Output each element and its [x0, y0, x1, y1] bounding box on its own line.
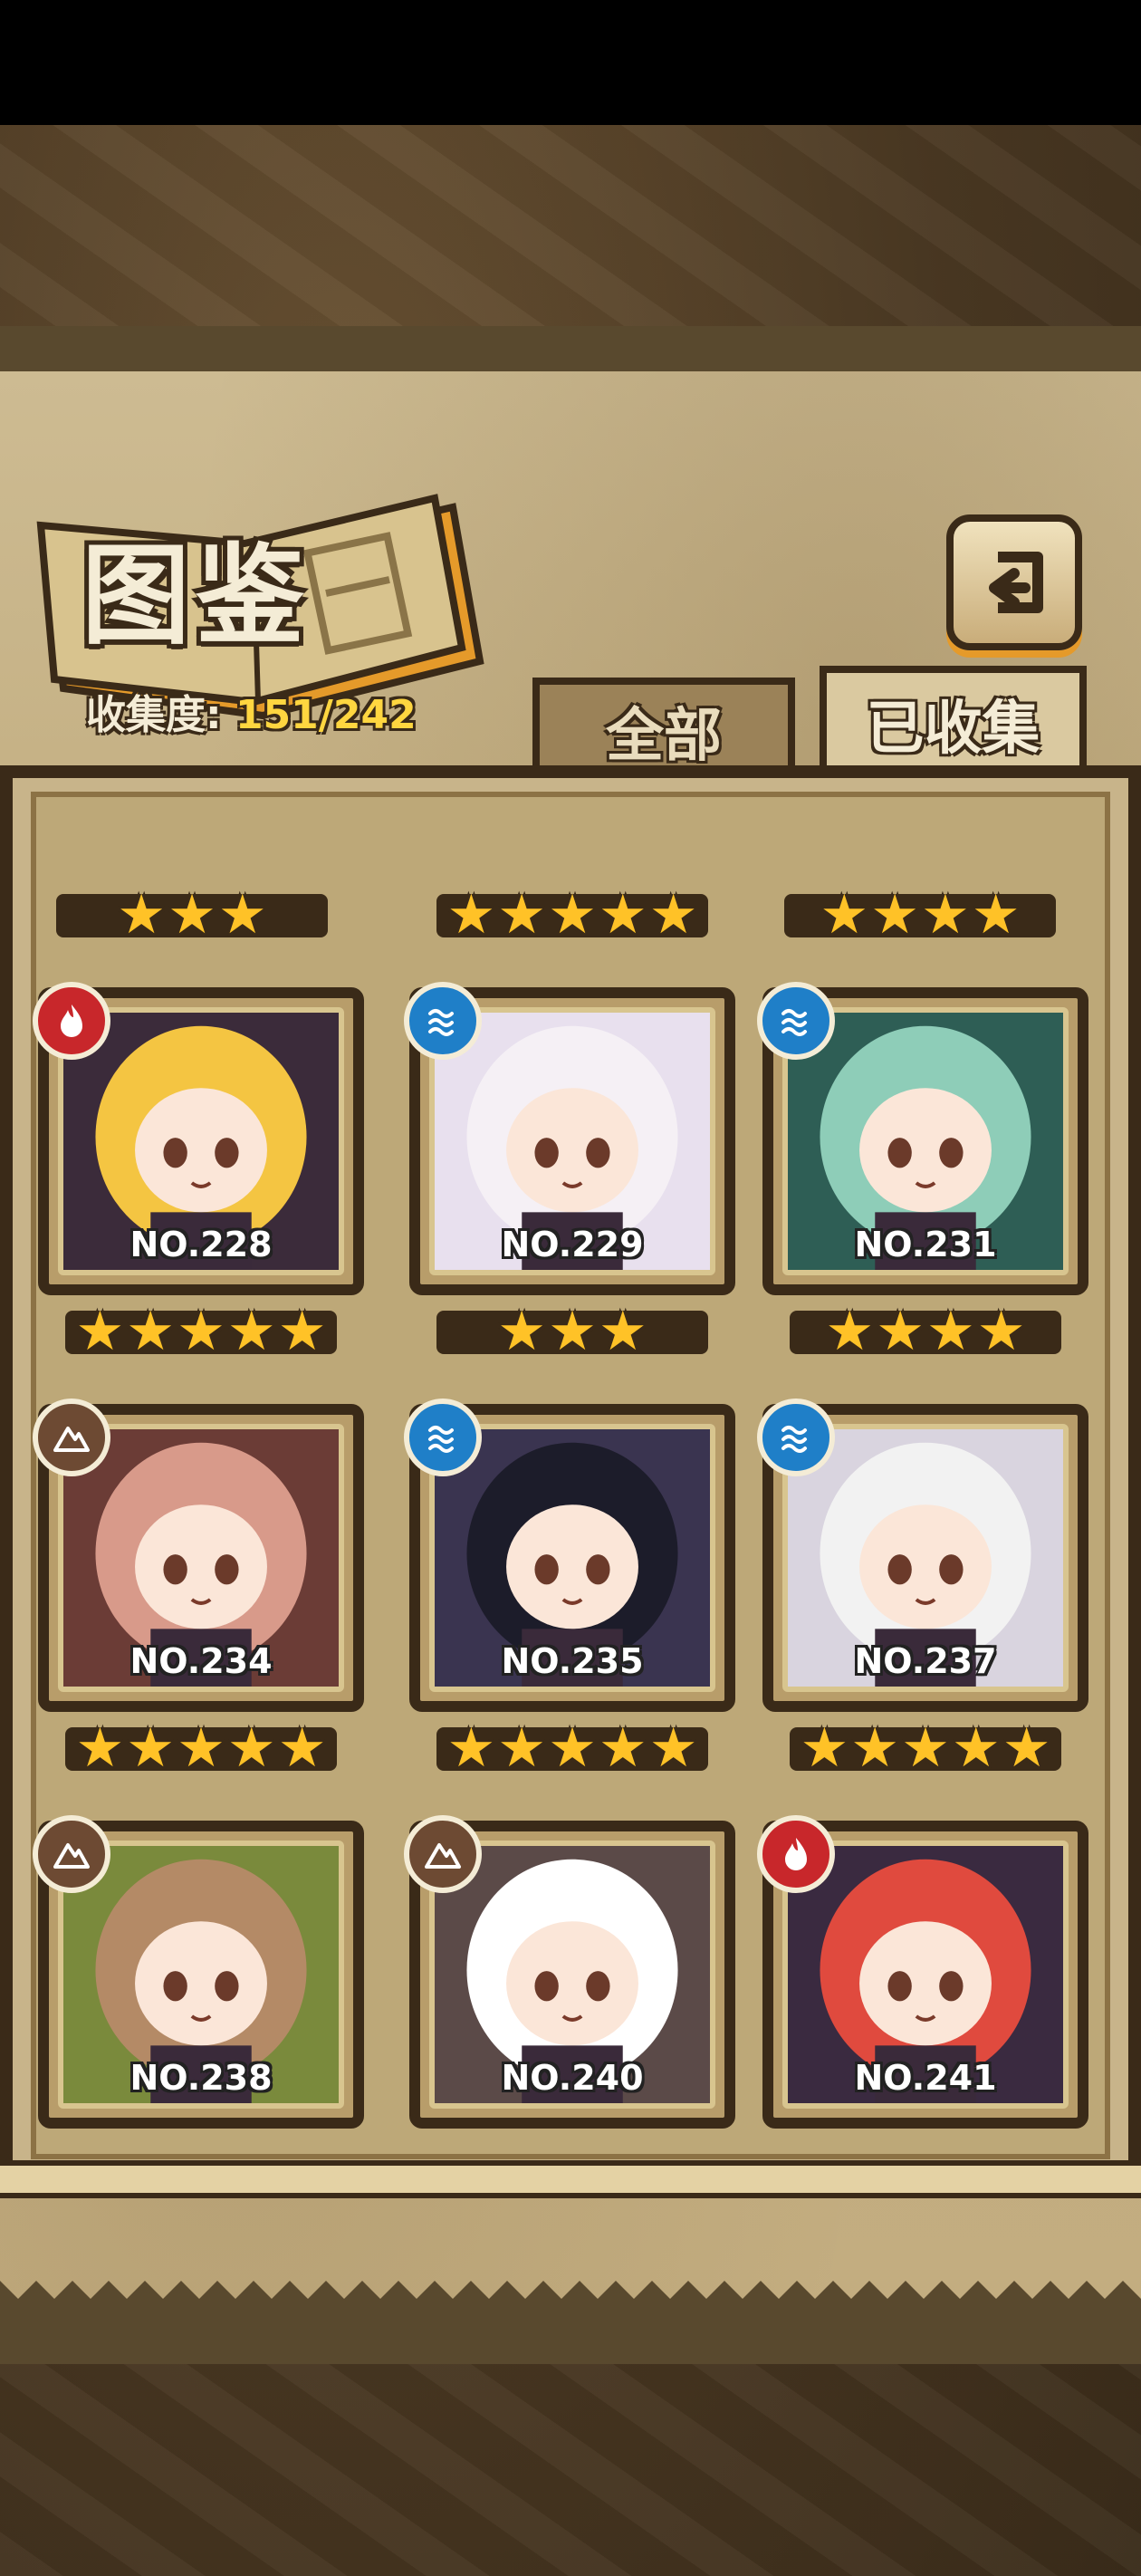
character-number: NO.228	[129, 1225, 273, 1264]
fire-element-icon	[757, 1815, 835, 1893]
star-icon: ★	[971, 883, 1021, 947]
star-icon: ★	[497, 1716, 547, 1780]
portrait-window: NO.231	[782, 1007, 1069, 1275]
character-card[interactable]: NO.234 ★ ★ ★ ★ ★	[33, 1399, 364, 1784]
star-icon: ★	[926, 1300, 975, 1363]
star-icon: ★	[177, 1300, 225, 1363]
star-icon: ★	[75, 1300, 125, 1363]
status-bar-area	[0, 0, 1141, 125]
return-arrow-icon	[989, 552, 1043, 613]
earth-element-icon	[33, 1815, 110, 1893]
star-icon: ★	[548, 1300, 597, 1363]
bottom-zigzag-edge	[0, 2281, 1141, 2317]
back-button[interactable]	[946, 514, 1082, 650]
star-icon: ★	[168, 883, 216, 947]
tab-all[interactable]: 全部	[532, 678, 795, 777]
star-rating: ★ ★ ★ ★	[757, 883, 1083, 947]
star-icon: ★	[446, 1716, 496, 1780]
star-icon: ★	[75, 1716, 125, 1780]
character-number: NO.231	[854, 1225, 997, 1264]
star-icon: ★	[976, 1300, 1026, 1363]
star-icon: ★	[548, 1716, 597, 1780]
character-number: NO.240	[501, 2058, 644, 2098]
character-number: NO.234	[129, 1641, 273, 1681]
star-icon: ★	[226, 1300, 276, 1363]
portrait-window: NO.228	[58, 1007, 344, 1275]
star-rating: ★ ★ ★	[29, 883, 355, 947]
star-icon: ★	[217, 883, 267, 947]
star-icon: ★	[876, 1300, 925, 1363]
star-icon: ★	[800, 1716, 849, 1780]
star-rating: ★ ★ ★ ★ ★	[38, 1300, 364, 1363]
page-title: 图鉴	[82, 533, 310, 659]
portrait-window: NO.240	[429, 1841, 715, 2109]
water-element-icon	[757, 982, 835, 1060]
star-rating: ★ ★ ★ ★ ★	[38, 1716, 364, 1780]
star-rating: ★ ★ ★ ★ ★	[762, 1716, 1088, 1780]
bottom-border-band	[0, 2314, 1141, 2364]
star-rating: ★ ★ ★ ★ ★	[409, 1716, 735, 1780]
star-icon: ★	[446, 883, 496, 947]
character-number: NO.237	[854, 1641, 997, 1681]
character-number: NO.229	[501, 1225, 644, 1264]
star-icon: ★	[497, 1300, 547, 1363]
star-rating: ★ ★ ★ ★ ★	[409, 883, 735, 947]
portrait-window: NO.229	[429, 1007, 715, 1275]
star-icon: ★	[126, 1300, 176, 1363]
portrait-window: NO.237	[782, 1424, 1069, 1692]
star-icon: ★	[648, 1716, 698, 1780]
character-card[interactable]: NO.237 ★ ★ ★ ★ ★	[757, 1399, 1088, 1784]
star-icon: ★	[226, 1716, 276, 1780]
star-icon: ★	[850, 1716, 900, 1780]
character-card[interactable]: NO.238	[33, 1815, 364, 2201]
star-icon: ★	[648, 883, 698, 947]
star-icon: ★	[921, 883, 970, 947]
character-number: NO.235	[501, 1641, 644, 1681]
star-icon: ★	[870, 883, 919, 947]
portrait-window: NO.234	[58, 1424, 344, 1692]
tab-collected[interactable]: 已收集	[820, 666, 1087, 774]
star-icon: ★	[277, 1716, 327, 1780]
star-rating: ★ ★ ★ ★	[762, 1300, 1088, 1363]
fire-element-icon	[33, 982, 110, 1060]
star-icon: ★	[901, 1716, 950, 1780]
star-icon: ★	[497, 883, 547, 947]
star-icon: ★	[126, 1716, 176, 1780]
collection-value: 151/242	[235, 692, 417, 738]
character-card[interactable]: NO.241	[757, 1815, 1088, 2201]
star-icon: ★	[177, 1716, 225, 1780]
character-card[interactable]: NO.231 ★ ★ ★ ★	[757, 982, 1088, 1368]
portrait-window: NO.235	[429, 1424, 715, 1692]
star-icon: ★	[820, 883, 869, 947]
earth-element-icon	[404, 1815, 482, 1893]
star-icon: ★	[117, 883, 167, 947]
water-element-icon	[757, 1399, 835, 1476]
star-icon: ★	[1002, 1716, 1051, 1780]
star-icon: ★	[598, 1300, 647, 1363]
star-icon: ★	[598, 883, 647, 947]
tab-all-label: 全部	[606, 703, 722, 770]
character-card[interactable]: NO.229 ★ ★ ★	[404, 982, 735, 1368]
star-rating: ★ ★ ★	[409, 1300, 735, 1363]
earth-element-icon	[33, 1399, 110, 1476]
star-icon: ★	[951, 1716, 1001, 1780]
portrait-window: NO.238	[58, 1841, 344, 2109]
character-card[interactable]: NO.228 ★ ★ ★ ★ ★	[33, 982, 364, 1368]
collection-label: 收集度:	[86, 692, 222, 738]
star-icon: ★	[825, 1300, 875, 1363]
tab-collected-label: 已收集	[866, 696, 1040, 763]
star-icon: ★	[548, 883, 597, 947]
portrait-window: NO.241	[782, 1841, 1069, 2109]
character-number: NO.241	[854, 2058, 997, 2098]
character-card[interactable]: NO.240	[404, 1815, 735, 2201]
water-element-icon	[404, 982, 482, 1060]
water-element-icon	[404, 1399, 482, 1476]
star-icon: ★	[598, 1716, 647, 1780]
character-card[interactable]: NO.235 ★ ★ ★ ★ ★	[404, 1399, 735, 1784]
collection-progress: 收集度: 151/242	[86, 682, 417, 740]
character-number: NO.238	[129, 2058, 273, 2098]
star-icon: ★	[277, 1300, 327, 1363]
